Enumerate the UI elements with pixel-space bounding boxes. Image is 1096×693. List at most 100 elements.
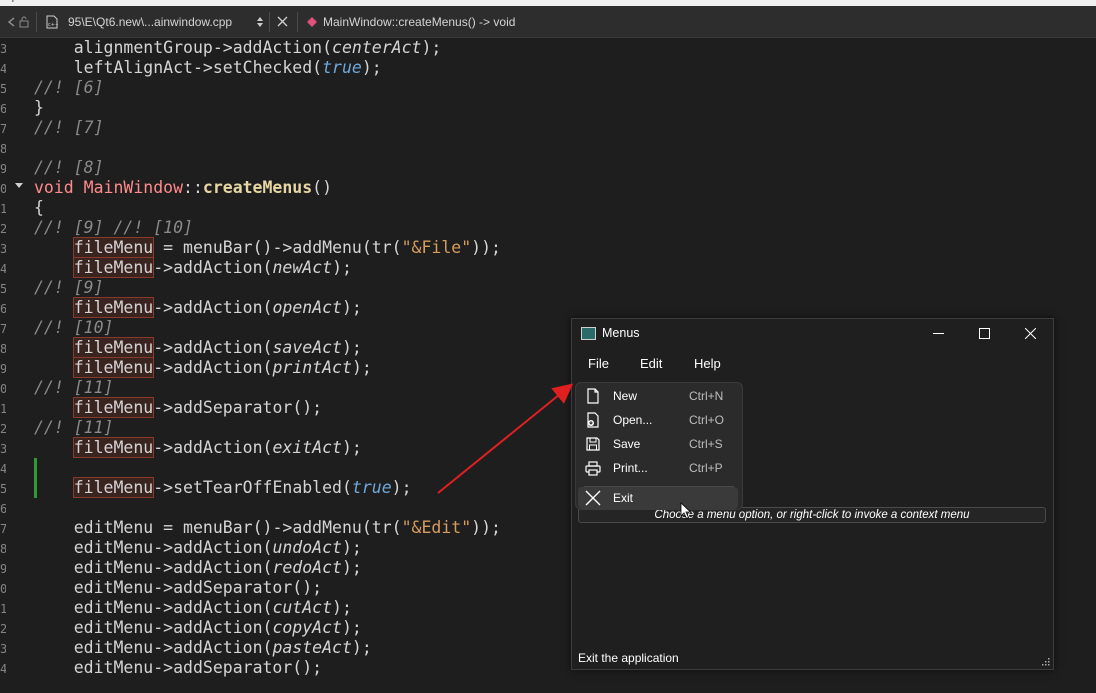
highlighted-symbol: fileMenu: [72, 237, 155, 258]
resize-grip-icon[interactable]: [1042, 658, 1050, 666]
code-token: addAction(: [173, 298, 273, 317]
code-line[interactable]: alignmentGroup->addAction(centerAct);: [34, 38, 442, 58]
code-token: //! [9]: [34, 278, 104, 297]
minimize-button[interactable]: [915, 319, 961, 347]
code-token: addAction(: [173, 338, 273, 357]
code-token: editMenu: [34, 558, 154, 577]
code-line[interactable]: editMenu->addSeparator();: [34, 658, 322, 678]
menu-item-save[interactable]: Save Ctrl+S: [578, 433, 738, 455]
code-line[interactable]: //! [9]: [34, 278, 104, 298]
code-token: alignmentGroup: [34, 38, 213, 57]
save-icon: [586, 437, 600, 451]
code-line[interactable]: editMenu = menuBar()->addMenu(tr("&Edit"…: [34, 518, 501, 538]
function-selector[interactable]: MainWindow::createMenus() -> void: [323, 6, 515, 37]
code-token: (): [312, 178, 333, 197]
code-line[interactable]: //! [7]: [34, 118, 104, 138]
code-line[interactable]: editMenu->addAction(redoAct);: [34, 558, 362, 578]
line-number: 3: [0, 242, 6, 256]
menu-file[interactable]: File: [582, 349, 615, 379]
code-line[interactable]: editMenu->addAction(copyAct);: [34, 618, 362, 638]
line-number: 1: [0, 202, 6, 216]
code-line[interactable]: fileMenu->addSeparator();: [34, 397, 323, 418]
code-line[interactable]: fileMenu->addAction(exitAct);: [34, 437, 362, 458]
menu-item-open[interactable]: Open... Ctrl+O: [578, 409, 738, 431]
code-line[interactable]: editMenu->addAction(cutAct);: [34, 598, 352, 618]
code-token: MainWindow: [83, 178, 184, 197]
menu-help[interactable]: Help: [688, 349, 727, 379]
line-number: 9: [0, 162, 6, 176]
menu-item-shortcut: Ctrl+O: [689, 413, 725, 427]
line-number: 2: [0, 222, 6, 236]
code-token: //! [6]: [34, 78, 104, 97]
menu-item-exit[interactable]: Exit: [578, 487, 738, 509]
code-token: ->: [153, 358, 174, 377]
code-line[interactable]: //! [10]: [34, 318, 113, 338]
menu-item-new[interactable]: New Ctrl+N: [578, 385, 738, 407]
code-line[interactable]: //! [8]: [34, 158, 104, 178]
line-number: 3: [0, 42, 6, 56]
toolbar-separator: [36, 12, 37, 32]
code-token: ->: [153, 598, 174, 617]
code-token: //! [11]: [34, 378, 114, 397]
menu-item-print[interactable]: Print... Ctrl+P: [578, 457, 738, 479]
code-token: menuBar(): [183, 518, 273, 537]
code-line[interactable]: fileMenu->addAction(newAct);: [34, 257, 352, 278]
code-token: addSeparator();: [173, 398, 323, 417]
file-path-selector[interactable]: 95\E\Qt6.new\...ainwindow.cpp: [68, 6, 232, 37]
code-line[interactable]: //! [9] //! [10]: [34, 218, 193, 238]
line-number: 4: [0, 62, 6, 76]
menu-item-label: Exit: [613, 491, 634, 505]
svg-text:c++: c++: [48, 22, 58, 28]
menu-edit[interactable]: Edit: [634, 349, 668, 379]
code-line[interactable]: {: [34, 198, 44, 218]
maximize-button[interactable]: [961, 319, 1007, 347]
nav-back-icon[interactable]: [6, 6, 18, 37]
file-switch-icon[interactable]: [256, 6, 264, 37]
lock-icon[interactable]: [18, 6, 30, 37]
info-text: Choose a menu option, or right-click to …: [654, 509, 970, 521]
code-line[interactable]: editMenu->addAction(pasteAct);: [34, 638, 372, 658]
code-line[interactable]: //! [11]: [34, 378, 113, 398]
highlighted-symbol: fileMenu: [72, 337, 155, 358]
code-token: newAct: [272, 258, 333, 277]
code-line[interactable]: //! [6]: [34, 78, 104, 98]
highlighted-symbol: fileMenu: [72, 477, 155, 498]
highlighted-symbol: fileMenu: [72, 257, 155, 278]
code-token: );: [341, 618, 362, 637]
code-line[interactable]: }: [34, 98, 44, 118]
code-line[interactable]: //! [11]: [34, 418, 113, 438]
code-line[interactable]: fileMenu->addAction(printAct);: [34, 357, 372, 378]
code-line[interactable]: leftAlignAct->setChecked(true);: [34, 58, 382, 78]
code-token: editMenu: [34, 518, 154, 537]
code-line[interactable]: fileMenu->setTearOffEnabled(true);: [34, 477, 412, 498]
code-token: exitAct: [272, 438, 342, 457]
code-token: );: [341, 558, 362, 577]
code-line[interactable]: fileMenu->addAction(saveAct);: [34, 337, 362, 358]
code-token: );: [341, 538, 362, 557]
menu-item-shortcut: Ctrl+P: [689, 461, 723, 475]
line-number: 0: [0, 582, 6, 596]
code-token: addSeparator();: [173, 578, 323, 597]
code-token: ->: [153, 558, 174, 577]
code-token: true: [322, 58, 362, 77]
cpp-file-icon: c++: [46, 6, 58, 37]
line-number: 1: [0, 402, 6, 416]
print-icon: [585, 461, 601, 476]
code-line[interactable]: editMenu->addAction(undoAct);: [34, 538, 362, 558]
code-line[interactable]: fileMenu->addAction(openAct);: [34, 297, 362, 318]
close-document-icon[interactable]: [277, 6, 288, 37]
code-line[interactable]: fileMenu = menuBar()->addMenu(tr("&File"…: [34, 237, 501, 258]
code-line[interactable]: editMenu->addSeparator();: [34, 578, 322, 598]
code-token: ->: [153, 438, 174, 457]
code-token: ->: [153, 538, 174, 557]
code-token: saveAct: [272, 338, 342, 357]
line-number: 5: [0, 82, 6, 96]
highlighted-symbol: fileMenu: [72, 437, 155, 458]
close-button[interactable]: [1007, 319, 1053, 347]
fold-arrow-icon[interactable]: [15, 183, 23, 189]
code-line[interactable]: void MainWindow::createMenus(): [34, 178, 332, 198]
window-titlebar[interactable]: Menus: [572, 319, 1053, 349]
code-token: );: [342, 298, 362, 317]
